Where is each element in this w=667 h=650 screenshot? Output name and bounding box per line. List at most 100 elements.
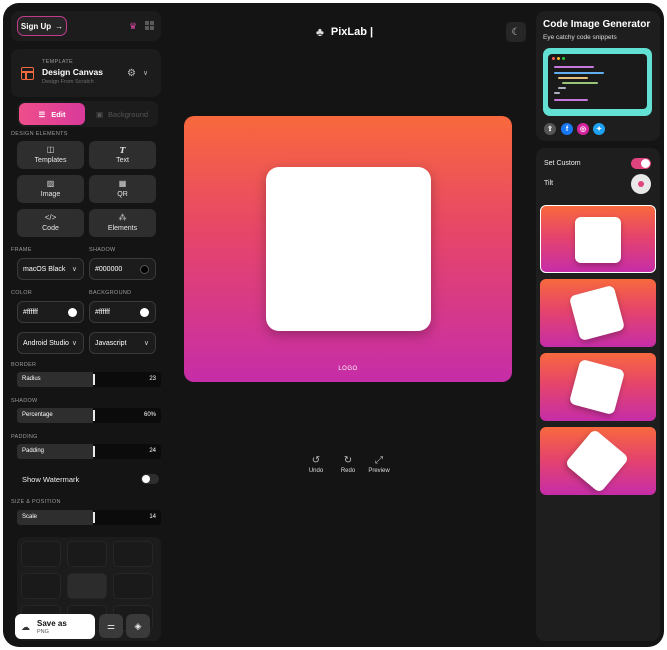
qr-label: QR <box>117 191 128 198</box>
position-top-left[interactable] <box>21 541 61 567</box>
layers-button[interactable]: ◈ <box>126 614 150 638</box>
image-icon: ▣ <box>95 109 104 119</box>
template-subtitle: Design From Scratch <box>42 79 94 85</box>
scale-label: Scale <box>22 514 38 520</box>
code-button[interactable]: </> Code <box>17 209 84 237</box>
position-top-right[interactable] <box>113 541 153 567</box>
tilt-button[interactable] <box>631 174 651 194</box>
design-elements-label: DESIGN ELEMENTS <box>11 131 68 137</box>
promo-card[interactable]: Code Image Generator Eye catchy code sni… <box>536 11 660 141</box>
slider-handle[interactable] <box>93 512 95 523</box>
background-color-field[interactable]: #ffffff <box>89 301 156 323</box>
cloud-download-icon: ☁ <box>21 622 30 632</box>
language-select[interactable]: Javascript ∨ <box>89 332 156 354</box>
undo-button[interactable]: ↺ Undo <box>305 455 327 474</box>
text-button[interactable]: T Text <box>89 141 156 169</box>
templates-label: Templates <box>34 157 67 164</box>
code-card[interactable] <box>266 167 431 331</box>
color-field[interactable]: #ffffff <box>17 301 84 323</box>
slider-handle[interactable] <box>93 374 95 385</box>
window-controls <box>552 57 565 60</box>
top-bar: Sign Up → ♛ <box>11 11 161 41</box>
code-label: Code <box>42 225 59 232</box>
save-as-button[interactable]: ☁ Save as PNG <box>15 614 95 639</box>
preview-button[interactable]: ⤢ Preview <box>365 455 393 474</box>
brand-name: PixLab | <box>330 26 374 38</box>
shadow-color-label: SHADOW <box>89 247 116 253</box>
color-swatch[interactable] <box>68 308 77 317</box>
text-icon: T <box>119 145 126 155</box>
editor-theme-select[interactable]: Android Studio ∨ <box>17 332 84 354</box>
gear-icon[interactable]: ⚙ <box>127 68 136 79</box>
code-line <box>554 99 588 101</box>
tilt-label: Tilt <box>544 180 554 187</box>
save-as-title: Save as <box>37 619 67 628</box>
redo-label: Redo <box>340 468 356 474</box>
design-canvas[interactable]: LOGO <box>184 116 512 382</box>
background-label: BACKGROUND <box>89 290 132 296</box>
tree-logo-icon: ♣ <box>316 25 324 39</box>
shadow-percentage-label: Percentage <box>22 412 53 418</box>
crown-icon[interactable]: ♛ <box>129 21 139 31</box>
template-name: Design Canvas <box>42 67 103 77</box>
app-window: Sign Up → ♛ TEMPLATE Design Canvas Desig… <box>3 3 664 647</box>
qr-button[interactable]: ▦ QR <box>89 175 156 203</box>
image-button[interactable]: ▨ Image <box>17 175 84 203</box>
layout-icon <box>21 67 34 80</box>
templates-button[interactable]: ◫ Templates <box>17 141 84 169</box>
promo-preview <box>543 48 652 116</box>
code-line <box>558 87 566 89</box>
chevron-down-icon: ∨ <box>71 340 77 347</box>
padding-slider[interactable]: Padding 24 <box>17 444 161 459</box>
watermark-label: Show Watermark <box>22 475 80 484</box>
sign-up-button[interactable]: Sign Up → <box>17 16 67 36</box>
template-icon: ◫ <box>46 145 55 154</box>
position-middle-left[interactable] <box>21 573 61 599</box>
share-icon[interactable]: ⇪ <box>544 123 556 135</box>
undo-icon: ↺ <box>311 455 321 466</box>
background-mode-button[interactable]: ▣ Background <box>89 103 155 125</box>
set-custom-toggle[interactable] <box>631 158 651 169</box>
grid-icon[interactable] <box>145 21 154 30</box>
position-middle-right[interactable] <box>113 573 153 599</box>
tilt-preset-right[interactable] <box>540 353 656 421</box>
code-line <box>562 82 598 84</box>
background-color-swatch[interactable] <box>140 308 149 317</box>
tilt-preset-flat[interactable] <box>540 205 656 273</box>
edit-icon: ☰ <box>38 109 46 119</box>
text-label: Text <box>116 157 129 164</box>
adjustments-button[interactable]: ⚌ <box>99 614 123 638</box>
qr-icon: ▦ <box>118 179 127 188</box>
border-label: BORDER <box>11 362 37 368</box>
sliders-icon: ⚌ <box>106 620 116 631</box>
code-window-preview <box>548 54 647 109</box>
slider-handle[interactable] <box>93 410 95 421</box>
position-center[interactable] <box>67 573 107 599</box>
chevron-down-icon[interactable]: ∨ <box>143 69 148 77</box>
twitter-icon[interactable]: ✦ <box>593 123 605 135</box>
shadow-color-field[interactable]: #000000 <box>89 258 156 280</box>
facebook-icon[interactable]: f <box>561 123 573 135</box>
theme-toggle-button[interactable]: ☾ <box>506 22 526 42</box>
slider-handle[interactable] <box>93 446 95 457</box>
tilt-preset-diamond[interactable] <box>540 427 656 495</box>
position-top-center[interactable] <box>67 541 107 567</box>
frame-label: FRAME <box>11 247 32 253</box>
logo-placeholder[interactable]: LOGO <box>184 366 512 372</box>
shadow-color-swatch[interactable] <box>140 265 149 274</box>
radius-slider[interactable]: Radius 23 <box>17 372 161 387</box>
background-color-value: #ffffff <box>95 308 110 316</box>
tilt-preset-left[interactable] <box>540 279 656 347</box>
shadow-percentage-value: 60% <box>143 412 156 418</box>
watermark-toggle[interactable] <box>141 474 159 484</box>
shadow-slider[interactable]: Percentage 60% <box>17 408 161 423</box>
template-selector[interactable]: TEMPLATE Design Canvas Design From Scrat… <box>11 49 161 97</box>
options-panel: Set Custom Tilt <box>536 148 660 641</box>
frame-select[interactable]: macOS Black ∨ <box>17 258 84 280</box>
edit-mode-button[interactable]: ☰ Edit <box>19 103 85 125</box>
left-panel: Sign Up → ♛ TEMPLATE Design Canvas Desig… <box>11 11 161 641</box>
elements-button[interactable]: ⁂ Elements <box>89 209 156 237</box>
scale-slider[interactable]: Scale 14 <box>17 510 161 525</box>
instagram-icon[interactable]: ◎ <box>577 123 589 135</box>
redo-button[interactable]: ↻ Redo <box>337 455 359 474</box>
